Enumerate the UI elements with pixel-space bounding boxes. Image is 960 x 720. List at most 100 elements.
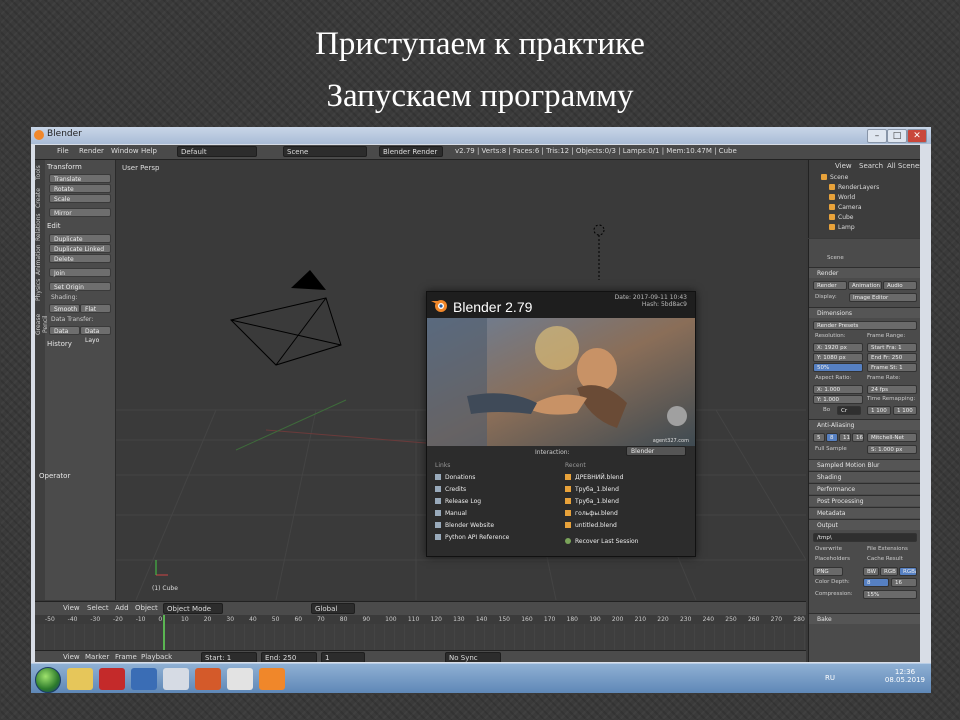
outliner-item-cube[interactable]: Cube	[829, 214, 854, 221]
full-sample-checkbox[interactable]: Full Sample	[815, 446, 847, 452]
bake-panel-header[interactable]: Bake	[809, 613, 920, 624]
word-icon[interactable]	[131, 668, 157, 690]
anti-aliasing-panel-header[interactable]: Anti-Aliasing	[809, 419, 920, 430]
scale-button[interactable]: Scale	[49, 194, 111, 203]
overwrite-checkbox[interactable]: Overwrite	[815, 546, 842, 552]
recent-file[interactable]: untitled.blend	[565, 522, 617, 529]
add-menu[interactable]: Add	[115, 604, 129, 612]
link-python-api[interactable]: Python API Reference	[435, 534, 509, 541]
operator-header[interactable]: Operator	[39, 472, 70, 480]
frame-step-field[interactable]: Frame St: 1	[867, 363, 917, 372]
aspect-y-field[interactable]: Y: 1.000	[813, 395, 863, 404]
view-menu[interactable]: View	[63, 604, 80, 612]
sync-selector[interactable]: No Sync	[445, 652, 501, 662]
aspect-x-field[interactable]: X: 1.000	[813, 385, 863, 394]
timeline-frame-menu[interactable]: Frame	[115, 653, 137, 661]
tab-animation[interactable]: Animation	[35, 244, 45, 276]
start-frame-field[interactable]: Start: 1	[201, 652, 257, 662]
scene-selector[interactable]: Scene	[283, 146, 367, 157]
outliner-item-renderlayers[interactable]: RenderLayers	[829, 184, 879, 191]
notepad-icon[interactable]	[163, 668, 189, 690]
post-processing-panel-header[interactable]: Post Processing	[809, 495, 920, 506]
flat-button[interactable]: Flat	[80, 304, 111, 313]
aa-samples-11[interactable]: 11	[839, 433, 851, 442]
color-bw-button[interactable]: BW	[863, 567, 879, 576]
menu-render[interactable]: Render	[79, 147, 104, 155]
duplicate-linked-button[interactable]: Duplicate Linked	[49, 244, 111, 253]
performance-panel-header[interactable]: Performance	[809, 483, 920, 494]
filter-size-field[interactable]: S: 1.000 px	[867, 445, 917, 454]
menu-file[interactable]: File	[57, 147, 69, 155]
timeline-track[interactable]	[35, 624, 806, 650]
transform-orientation-selector[interactable]: Global	[311, 603, 355, 614]
file-format-selector[interactable]: PNG	[813, 567, 843, 576]
blender-taskbar-icon[interactable]	[259, 668, 285, 690]
outliner-item-lamp[interactable]: Lamp	[829, 224, 855, 231]
resolution-percent-slider[interactable]: 50%	[813, 363, 863, 372]
explorer-icon[interactable]	[67, 668, 93, 690]
start-frame-field[interactable]: Start Fra: 1	[867, 343, 917, 352]
tab-relations[interactable]: Relations	[35, 212, 45, 242]
select-menu[interactable]: Select	[87, 604, 109, 612]
aa-samples-16[interactable]: 16	[852, 433, 864, 442]
current-frame-cursor[interactable]	[163, 615, 165, 650]
translate-button[interactable]: Translate	[49, 174, 111, 183]
time-remap-old-field[interactable]: 1 100	[867, 406, 891, 415]
output-panel-header[interactable]: Output	[809, 519, 920, 530]
link-release-log[interactable]: Release Log	[435, 498, 481, 505]
3d-viewport[interactable]: User Persp (1) Cube Blender 2.79 Date: 2…	[116, 160, 806, 600]
maximize-button[interactable]: □	[887, 129, 907, 143]
outliner-item-scene[interactable]: Scene	[821, 174, 848, 181]
recover-last-session[interactable]: Recover Last Session	[565, 538, 638, 545]
data-button[interactable]: Data	[49, 326, 80, 335]
time-remap-new-field[interactable]: 1 100	[893, 406, 917, 415]
cache-result-checkbox[interactable]: Cache Result	[867, 556, 903, 562]
resolution-y-field[interactable]: Y: 1080 px	[813, 353, 863, 362]
language-indicator[interactable]: RU	[825, 674, 835, 682]
menu-help[interactable]: Help	[141, 147, 157, 155]
outliner-view-menu[interactable]: View	[835, 162, 852, 170]
render-audio-button[interactable]: Audio	[883, 281, 917, 290]
file-extensions-checkbox[interactable]: File Extensions	[867, 546, 908, 552]
end-frame-field[interactable]: End: 250	[261, 652, 317, 662]
recent-file[interactable]: Труба_1.blend	[565, 486, 619, 493]
output-path-field[interactable]: /tmp\	[813, 533, 917, 542]
tab-grease-pencil[interactable]: Grease Pencil	[35, 304, 49, 344]
frame-rate-selector[interactable]: 24 fps	[867, 385, 917, 394]
end-frame-field[interactable]: End Fr: 250	[867, 353, 917, 362]
timeline-playback-menu[interactable]: Playback	[141, 653, 172, 661]
set-origin-dropdown[interactable]: Set Origin	[49, 282, 111, 291]
timeline[interactable]: -50 -40 -30 -20 -10 0 10 20 30 40 50 60 70 80 90 100 110…	[35, 615, 806, 650]
chrome-icon[interactable]	[227, 668, 253, 690]
mirror-button[interactable]: Mirror	[49, 208, 111, 217]
resolution-x-field[interactable]: X: 1920 px	[813, 343, 863, 352]
link-donations[interactable]: Donations	[435, 474, 475, 481]
crop-checkbox[interactable]: Cr	[837, 406, 861, 415]
timeline-marker-menu[interactable]: Marker	[85, 653, 109, 661]
data-layout-button[interactable]: Data Layo	[80, 326, 111, 344]
color-depth-16-button[interactable]: 16	[891, 578, 917, 587]
history-header[interactable]: History	[47, 340, 72, 348]
link-credits[interactable]: Credits	[435, 486, 466, 493]
splash-screen[interactable]: Blender 2.79 Date: 2017-09-11 10:43 Hash…	[426, 291, 696, 557]
system-clock[interactable]: 12:36 08.05.2019	[885, 668, 925, 684]
duplicate-button[interactable]: Duplicate	[49, 234, 111, 243]
render-animation-button[interactable]: Animation	[848, 281, 882, 290]
powerpoint-icon[interactable]	[195, 668, 221, 690]
render-panel-header[interactable]: Render	[809, 267, 920, 278]
aa-samples-5[interactable]: 5	[813, 433, 825, 442]
tab-create[interactable]: Create	[35, 186, 45, 210]
properties-editor[interactable]: Scene Render Render Animation Audio Disp…	[808, 239, 920, 662]
render-button[interactable]: Render	[813, 281, 847, 290]
recent-file[interactable]: гольфы.blend	[565, 510, 618, 517]
outliner-display-mode[interactable]: All Scenes	[887, 162, 920, 170]
motion-blur-panel-header[interactable]: Sampled Motion Blur	[809, 459, 920, 470]
color-rgb-button[interactable]: RGB	[880, 567, 898, 576]
render-engine-selector[interactable]: Blender Render	[379, 146, 443, 157]
border-checkbox[interactable]: Bo	[823, 407, 830, 413]
render-presets-selector[interactable]: Render Presets	[813, 321, 917, 330]
shading-panel-header[interactable]: Shading	[809, 471, 920, 482]
aa-samples-8[interactable]: 8	[826, 433, 838, 442]
transform-header[interactable]: Transform	[47, 163, 82, 171]
window-titlebar[interactable]: Blender – □ ✕	[31, 127, 931, 144]
